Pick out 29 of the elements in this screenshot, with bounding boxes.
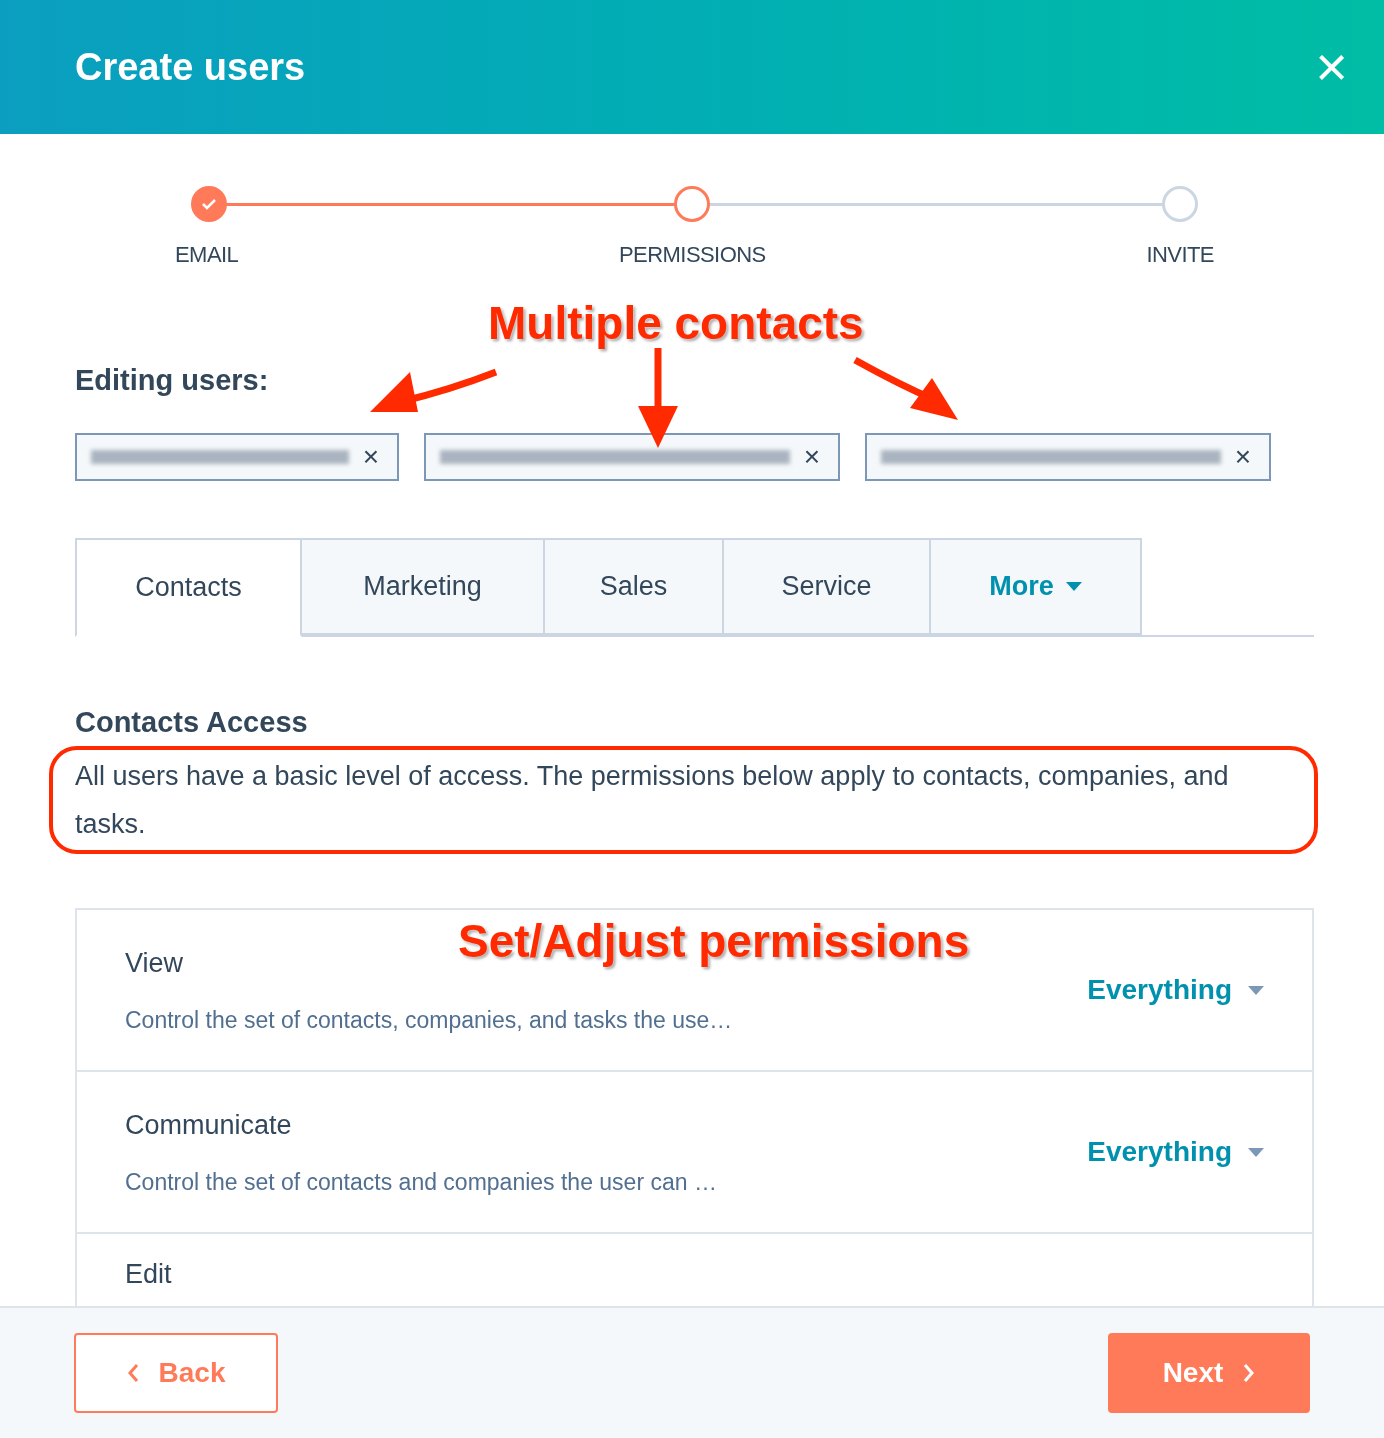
step-label: PERMISSIONS xyxy=(618,241,766,269)
permission-dropdown[interactable]: Everything xyxy=(1087,1131,1264,1173)
tab[interactable]: Marketing xyxy=(300,537,545,635)
remove-button[interactable]: × xyxy=(1234,442,1251,471)
section-description: All users have a basic level of access. The permissions below apply to contacts, companies, and tasks. xyxy=(75,760,1230,841)
caret-icon xyxy=(1248,985,1264,995)
window-title: Create users xyxy=(75,44,306,90)
remove-button[interactable]: × xyxy=(803,442,820,471)
permission-description: Control the set of contacts, companies, and tasks the use… xyxy=(125,1006,733,1035)
tab[interactable]: Sales xyxy=(543,537,724,635)
permission-title: Communicate xyxy=(125,1108,292,1142)
tab[interactable]: Service xyxy=(722,537,931,635)
arrow-icon xyxy=(370,368,498,412)
step-label: INVITE xyxy=(1146,241,1214,269)
section-label: Editing users: xyxy=(75,363,269,398)
permission-title: Edit xyxy=(125,1258,172,1291)
step-label: EMAIL xyxy=(175,241,239,269)
caret-icon xyxy=(1248,1147,1264,1157)
remove-button[interactable]: × xyxy=(362,442,379,471)
chevron-right-icon xyxy=(1243,1363,1256,1383)
permission-title: View xyxy=(125,946,184,980)
check-icon xyxy=(201,198,217,210)
caret-icon xyxy=(1065,581,1082,591)
tab[interactable]: Contacts xyxy=(75,537,302,637)
permission-dropdown[interactable]: Everything xyxy=(1087,969,1264,1011)
permission-description: Control the set of contacts and companies the user can … xyxy=(125,1168,717,1197)
chevron-left-icon xyxy=(126,1363,139,1383)
arrow-icon xyxy=(853,356,958,420)
section-title: Contacts Access xyxy=(75,704,309,740)
